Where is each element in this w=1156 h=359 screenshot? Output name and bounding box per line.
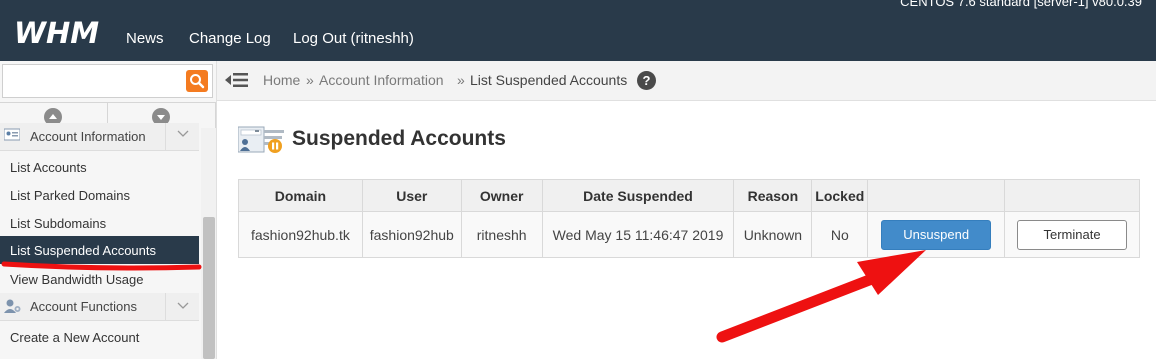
sidebar-section-account-information[interactable]: Account Information [0,123,199,151]
sidebar-item-list-parked-domains[interactable]: List Parked Domains [0,181,199,209]
table-row: fashion92hub.tk fashion92hub ritneshh We… [238,211,1140,258]
suspended-accounts-icon [238,126,284,153]
sidebar: Account Information List Accounts List P… [0,61,217,359]
sidebar-item-list-accounts[interactable]: List Accounts [0,153,199,181]
whm-logo[interactable]: WHM [14,17,116,47]
sidebar-section-label: Account Information [30,129,146,144]
svg-text:WHM: WHM [14,17,99,47]
column-header-date-suspended[interactable]: Date Suspended [541,179,735,212]
breadcrumb-current: List Suspended Accounts [470,72,628,88]
cell-owner: ritneshh [460,211,543,258]
column-header-terminate [1004,179,1140,212]
column-header-locked[interactable]: Locked [811,179,869,212]
search-button[interactable] [186,70,208,92]
unsuspend-button[interactable]: Unsuspend [881,219,992,250]
sidebar-item-create-new-account[interactable]: Create a New Account [0,323,199,351]
menu-toggle-icon[interactable] [225,69,249,91]
cell-date-suspended: Wed May 15 11:46:47 2019 [541,211,735,258]
top-bar: WHM News Change Log Log Out (ritneshh) C… [0,0,1156,61]
sidebar-item-list-suspended-accounts[interactable]: List Suspended Accounts [0,236,199,264]
sidebar-section-account-functions[interactable]: Account Functions [0,293,199,321]
cell-domain: fashion92hub.tk [238,211,363,258]
column-header-owner[interactable]: Owner [460,179,543,212]
cell-terminate-action: Terminate [1004,211,1140,258]
cell-reason: Unknown [733,211,813,258]
cell-user: fashion92hub [361,211,462,258]
nav-news-link[interactable]: News [126,30,164,47]
chevron-down-icon [165,293,199,321]
breadcrumb-account-information-link[interactable]: Account Information [319,72,444,88]
column-header-unsuspend [867,179,1006,212]
table-header-row: Domain User Owner Date Suspended Reason … [238,179,1140,212]
breadcrumb-home-link[interactable]: Home [263,72,300,88]
server-info: CENTOS 7.6 standard [server-1] v80.0.39 [900,0,1142,9]
breadcrumb-separator: » [457,72,465,88]
terminate-button[interactable]: Terminate [1017,219,1128,250]
page-title: Suspended Accounts [292,127,506,150]
column-header-user[interactable]: User [361,179,462,212]
sidebar-section-label: Account Functions [30,299,137,314]
sidebar-item-view-bandwidth-usage[interactable]: View Bandwidth Usage [0,265,199,293]
chevron-down-icon [165,123,199,151]
column-header-domain[interactable]: Domain [238,179,363,212]
sidebar-item-list-subdomains[interactable]: List Subdomains [0,209,199,237]
search-icon [190,74,205,89]
user-gear-icon [4,299,21,313]
nav-changelog-link[interactable]: Change Log [189,30,271,47]
help-icon[interactable]: ? [637,71,656,90]
id-card-icon [4,128,20,141]
nav-logout-link[interactable]: Log Out (ritneshh) [293,30,414,47]
red-arrow-shaft [716,266,896,343]
sidebar-search-input[interactable] [3,65,181,97]
cell-unsuspend-action: Unsuspend [867,211,1006,258]
cell-locked: No [811,211,869,258]
sidebar-scrollbar-thumb[interactable] [203,217,215,359]
column-header-reason[interactable]: Reason [733,179,813,212]
sidebar-search [2,64,213,98]
breadcrumb-separator: » [306,72,314,88]
suspended-accounts-table: Domain User Owner Date Suspended Reason … [238,179,1140,258]
breadcrumb: Home » Account Information » List Suspen… [217,61,1156,101]
